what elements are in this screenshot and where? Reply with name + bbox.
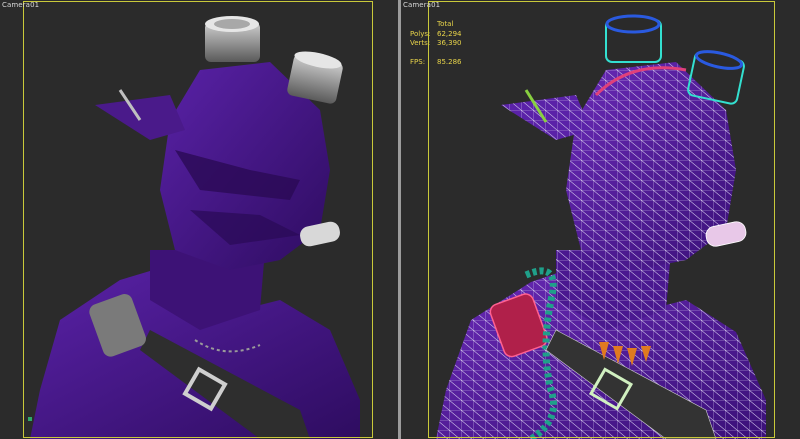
- viewport-label[interactable]: Camera01: [2, 1, 39, 9]
- statistics-overlay: Total Polys: 62,294 Verts: 36,390 FPS: 8…: [410, 20, 477, 67]
- verts-value: 36,390: [437, 39, 462, 47]
- stats-fps-row: FPS: 85.286: [410, 58, 477, 68]
- 3ds-max-viewports: Camera01 Camera01 Total Polys: 62,294 Ve…: [0, 0, 800, 439]
- stats-polys-row: Polys: 62,294: [410, 30, 477, 40]
- polys-label: Polys:: [410, 29, 431, 38]
- stats-verts-row: Verts: 36,390: [410, 39, 477, 49]
- stats-title: Total: [437, 20, 454, 28]
- fps-label: FPS:: [410, 57, 426, 66]
- safe-frame: [428, 1, 775, 438]
- viewport-right[interactable]: Camera01 Total Polys: 62,294 Verts: 36,3…: [401, 0, 800, 439]
- verts-label: Verts:: [410, 39, 431, 47]
- viewport-left[interactable]: Camera01: [0, 0, 398, 439]
- safe-frame: [23, 1, 373, 438]
- polys-value: 62,294: [437, 29, 462, 38]
- viewport-label[interactable]: Camera01: [403, 1, 440, 9]
- fps-value: 85.286: [437, 57, 462, 66]
- axis-tripod-icon: [28, 417, 32, 421]
